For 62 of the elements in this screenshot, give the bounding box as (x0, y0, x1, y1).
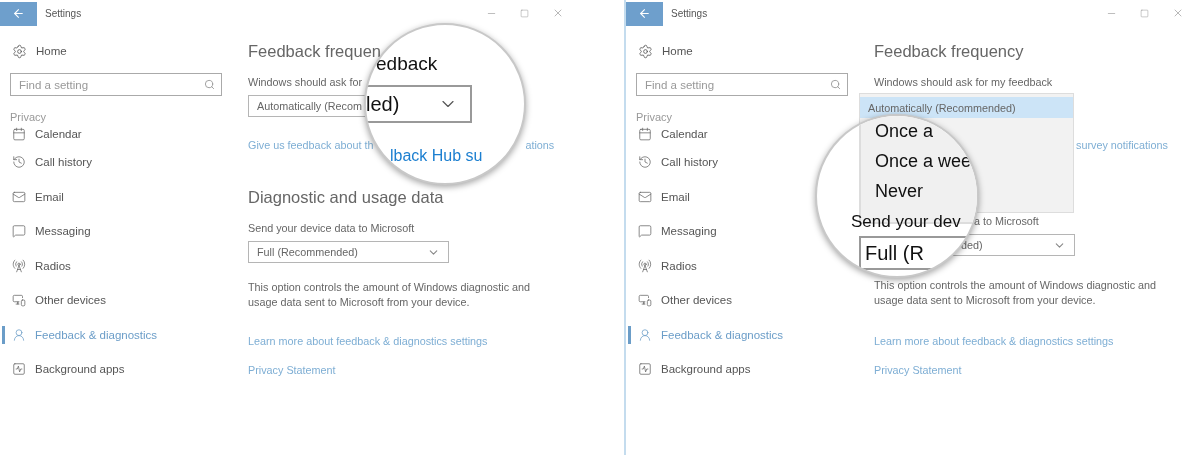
sidebar-item[interactable]: Background apps (0, 352, 131, 387)
history-icon (12, 155, 26, 170)
sidebar-item[interactable]: Other devices (0, 283, 112, 318)
section-heading: Privacy (636, 111, 673, 123)
sidebar-item[interactable]: Messaging (626, 214, 723, 249)
maximize-icon (1140, 8, 1149, 18)
field-label: Send your device data to Microsoft (248, 221, 415, 236)
section-heading: Privacy (10, 111, 47, 123)
devices-icon (12, 293, 26, 308)
calendar-icon (12, 127, 26, 141)
sidebar-item[interactable]: Email (626, 179, 696, 214)
magnified-option: Once a (873, 122, 936, 142)
magnified-option: Once a wee (873, 152, 974, 172)
home-link[interactable]: Home (0, 41, 73, 61)
devices-icon (638, 293, 652, 308)
antenna-icon (638, 258, 652, 273)
home-link[interactable]: Home (626, 41, 699, 61)
sidebar-item[interactable]: Call history (626, 145, 724, 180)
antenna-icon (12, 258, 26, 273)
speech-bubble-icon (638, 224, 652, 239)
person-icon (12, 327, 26, 342)
settings-icon (12, 43, 27, 59)
magnified-option: Never (873, 182, 925, 202)
chart-icon (12, 362, 26, 377)
window-title: Settings (45, 7, 83, 19)
back-arrow-icon (638, 7, 651, 20)
history-icon (638, 155, 652, 170)
sidebar-item[interactable]: Radios (0, 248, 77, 283)
speech-bubble-icon (12, 224, 26, 239)
description-text: This option controls the amount of Windows diagnostic and usage data sent to Microsoft from your device. (248, 280, 532, 310)
settings-icon (638, 43, 653, 59)
search-icon (830, 79, 841, 90)
search-field[interactable]: Find a setting (10, 73, 222, 96)
sidebar-item[interactable]: Calendar (626, 123, 714, 145)
back-button[interactable] (0, 1, 37, 26)
sidebar-item[interactable]: Radios (626, 248, 703, 283)
person-icon (638, 327, 652, 342)
description-text: This option controls the amount of Windows diagnostic and usage data sent to Microsoft from your device. (874, 278, 1158, 308)
dropdown[interactable]: Full (Recommended) (248, 241, 449, 263)
back-button[interactable] (626, 1, 663, 26)
sidebar-item[interactable]: Call history (0, 145, 98, 180)
back-arrow-icon (12, 7, 25, 20)
sidebar-item[interactable]: Calendar (0, 123, 88, 145)
sidebar-item[interactable]: Messaging (0, 214, 97, 249)
sidebar-item[interactable]: Other devices (626, 283, 738, 318)
mail-icon (12, 189, 26, 204)
search-icon (204, 79, 215, 90)
magnified-label: Send your dev (851, 213, 961, 232)
sidebar-item[interactable]: Background apps (626, 352, 757, 387)
maximize-icon (520, 8, 529, 18)
section-heading: Feedback frequency (874, 41, 1024, 62)
window-title: Settings (671, 7, 709, 19)
calendar-icon (638, 127, 652, 141)
field-label: Windows should ask for (248, 75, 363, 90)
chart-icon (638, 362, 652, 377)
field-label: Windows should ask for my feedback (874, 75, 1053, 90)
section-heading: Diagnostic and usage data (248, 187, 444, 208)
field-label: a to Microsoft (974, 214, 1039, 229)
dropdown-option[interactable]: Automatically (Recommended) (860, 97, 1073, 118)
sidebar-item[interactable]: Email (0, 179, 70, 214)
search-field[interactable]: Find a setting (636, 73, 848, 96)
mail-icon (638, 189, 652, 204)
